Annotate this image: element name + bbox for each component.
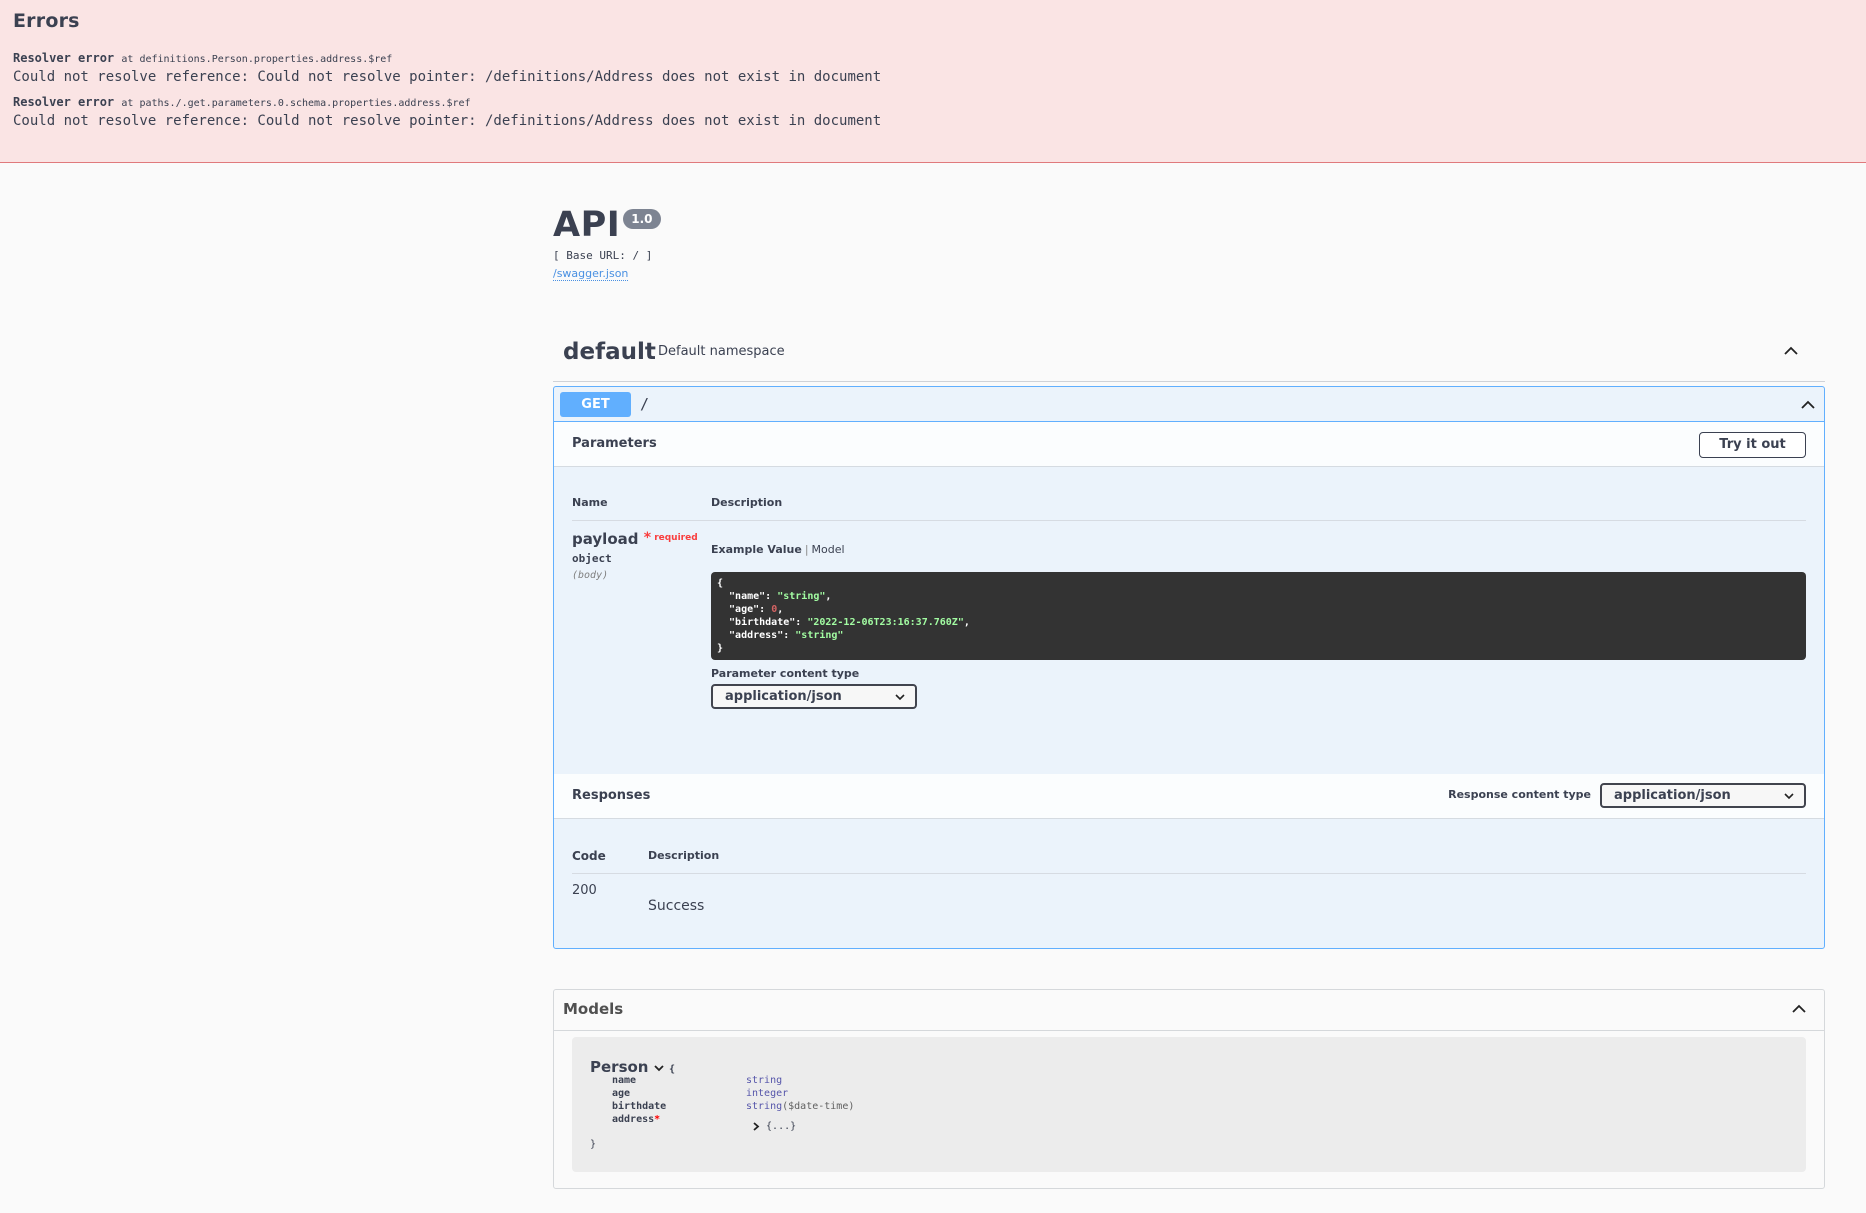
error-location: at paths./.get.parameters.0.schema.prope…	[121, 98, 471, 109]
parameters-title: Parameters	[572, 436, 657, 451]
version-badge: 1.0	[623, 209, 661, 229]
try-it-out-button[interactable]: Try it out	[1699, 432, 1806, 458]
param-in: (body)	[572, 570, 609, 581]
chevron-down-icon	[895, 692, 905, 702]
error-item: Resolver error at definitions.Person.pro…	[13, 50, 1853, 86]
param-name: payload * required	[572, 530, 698, 548]
error-label: Resolver error	[13, 51, 115, 65]
model-person: Person { name string age integer birthda…	[572, 1037, 1806, 1172]
model-prop-type: string	[746, 1075, 783, 1086]
column-header-description: Description	[711, 496, 783, 509]
response-code: 200	[572, 883, 597, 898]
error-location: at definitions.Person.properties.address…	[121, 54, 393, 65]
tab-example-value[interactable]: Example Value	[711, 543, 802, 556]
model-prop-name: birthdate	[612, 1101, 667, 1112]
api-title: API	[553, 205, 621, 245]
chevron-up-icon[interactable]	[1791, 1001, 1807, 1017]
column-header-code: Code	[572, 849, 606, 863]
models-header[interactable]: Models	[554, 990, 1824, 1031]
tag-name: default	[563, 339, 656, 365]
models-title: Models	[563, 1000, 624, 1018]
tag-section-header[interactable]: default Default namespace	[553, 330, 1825, 382]
column-header-name: Name	[572, 496, 608, 509]
column-header-description: Description	[648, 849, 720, 862]
operation-path: /	[640, 395, 650, 413]
error-label: Resolver error	[13, 95, 115, 109]
divider	[572, 520, 1806, 521]
responses-title: Responses	[572, 788, 651, 803]
chevron-up-icon[interactable]	[1800, 397, 1816, 413]
operation-get-root: GET / Parameters Try it out Name Descrip…	[553, 386, 1825, 949]
model-prop-type: integer	[746, 1088, 789, 1099]
divider	[572, 873, 1806, 874]
error-item: Resolver error at paths./.get.parameters…	[13, 94, 1853, 130]
tab-model[interactable]: Model	[812, 543, 845, 556]
spec-link[interactable]: /swagger.json	[553, 267, 629, 281]
chevron-down-icon	[1784, 791, 1794, 801]
model-prop-name: address*	[612, 1114, 661, 1125]
model-prop-type: string($date-time)	[746, 1101, 855, 1112]
param-type: object	[572, 552, 612, 565]
example-model-tabs: Example Value | Model	[711, 543, 845, 556]
api-info: API 1.0 [ Base URL: / ] /swagger.json	[553, 205, 661, 281]
error-message: Could not resolve reference: Could not r…	[13, 113, 882, 129]
base-url: [ Base URL: / ]	[553, 249, 653, 262]
required-marker: * required	[643, 530, 698, 546]
errors-title: Errors	[13, 10, 80, 32]
tag-description: Default namespace	[658, 344, 785, 359]
chevron-down-icon[interactable]	[654, 1063, 664, 1073]
chevron-right-icon[interactable]	[752, 1121, 760, 1131]
model-prop-name: name	[612, 1075, 637, 1086]
response-content-type-label: Response content type	[1448, 788, 1591, 801]
example-json: { "name": "string", "age": 0, "birthdate…	[711, 572, 1806, 660]
parameters-header: Parameters Try it out	[554, 422, 1824, 467]
response-description: Success	[648, 898, 705, 914]
error-message: Could not resolve reference: Could not r…	[13, 69, 882, 85]
parameter-content-type-label: Parameter content type	[711, 667, 860, 680]
model-name[interactable]: Person {	[590, 1058, 675, 1076]
operation-summary[interactable]: GET /	[554, 387, 1824, 422]
parameter-content-type-select[interactable]: application/json	[711, 684, 917, 709]
errors-panel: Errors Resolver error at definitions.Per…	[0, 0, 1866, 163]
models-section: Models Person { name string age integer …	[553, 989, 1825, 1189]
response-content-type-select[interactable]: application/json	[1600, 783, 1806, 808]
chevron-up-icon[interactable]	[1783, 343, 1799, 359]
model-prop-name: age	[612, 1088, 631, 1099]
responses-header: Responses Response content type applicat…	[554, 774, 1824, 819]
model-prop-type[interactable]: {...}	[752, 1121, 796, 1132]
model-close-brace: }	[590, 1139, 597, 1150]
method-badge: GET	[560, 392, 631, 417]
